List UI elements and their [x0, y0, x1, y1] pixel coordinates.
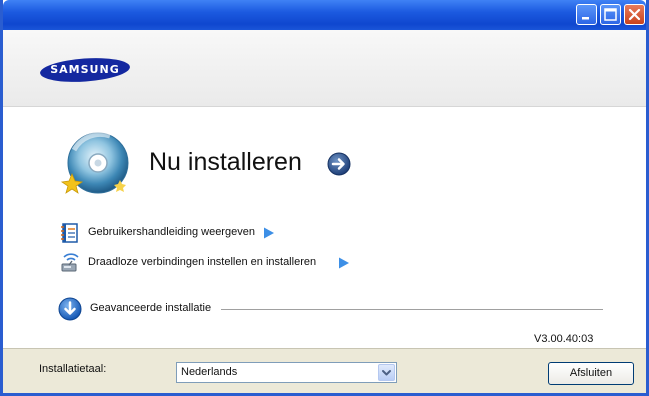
maximize-icon	[604, 8, 617, 21]
language-label: Installatietaal:	[39, 363, 107, 375]
wireless-setup-link[interactable]: Draadloze verbindingen instellen en inst…	[58, 252, 354, 274]
installer-window: SAMSUNG Nu installeren Gebruikershandlei…	[0, 0, 649, 396]
language-select[interactable]: Nederlands	[176, 362, 397, 383]
exit-button[interactable]: Afsluiten	[548, 362, 634, 385]
minimize-button[interactable]	[576, 4, 597, 25]
cd-install-icon	[60, 131, 129, 194]
title-bar[interactable]	[3, 0, 646, 30]
chevron-down-icon	[382, 370, 391, 376]
maximize-button[interactable]	[600, 4, 621, 25]
wireless-setup-label: Draadloze verbindingen instellen en inst…	[88, 256, 317, 268]
advanced-install-link[interactable]: Geavanceerde installatie	[58, 297, 278, 321]
play-arrow-icon	[264, 227, 274, 239]
close-icon	[628, 8, 641, 21]
arrow-right-circle-icon[interactable]	[327, 152, 351, 176]
version-label: V3.00.40:03	[534, 333, 594, 345]
wireless-icon	[61, 253, 79, 272]
samsung-logo: SAMSUNG	[39, 57, 131, 83]
advanced-install-label: Geavanceerde installatie	[90, 302, 212, 314]
advanced-divider	[221, 309, 603, 310]
logo-text: SAMSUNG	[50, 63, 120, 76]
manual-book-icon	[61, 223, 78, 243]
header-band: SAMSUNG	[3, 30, 646, 107]
view-user-guide-label: Gebruikershandleiding weergeven	[88, 226, 255, 238]
install-now-title[interactable]: Nu installeren	[149, 148, 302, 177]
footer-bar: Installatietaal: Nederlands Afsluiten	[3, 348, 646, 393]
language-value: Nederlands	[181, 366, 238, 378]
arrow-down-circle-icon	[58, 297, 82, 321]
play-arrow-icon	[339, 257, 349, 269]
language-dropdown-button[interactable]	[378, 364, 395, 381]
close-window-button[interactable]	[624, 4, 645, 25]
minimize-icon	[582, 17, 589, 20]
view-user-guide-link[interactable]: Gebruikershandleiding weergeven	[58, 222, 282, 244]
